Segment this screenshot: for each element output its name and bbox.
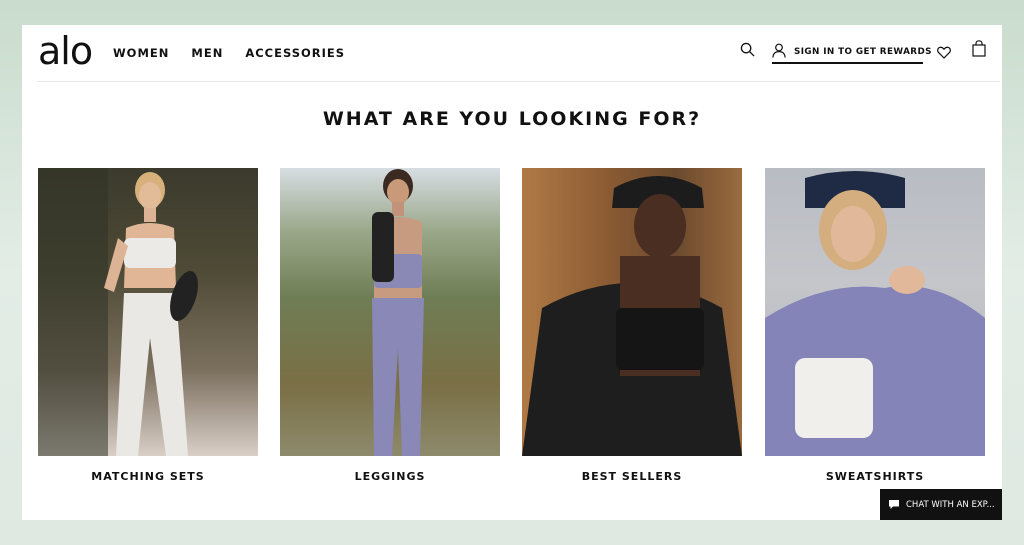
page-container: alo WOMEN MEN ACCESSORIES SIGN IN TO GET… [22, 25, 1002, 520]
site-header: alo WOMEN MEN ACCESSORIES SIGN IN TO GET… [22, 25, 1002, 81]
category-tile-best-sellers[interactable]: BEST SELLERS [522, 168, 742, 483]
nav-item-men[interactable]: MEN [191, 46, 223, 60]
best-sellers-image[interactable] [522, 168, 742, 456]
header-divider [38, 81, 1000, 82]
shopping-bag-icon[interactable] [972, 40, 986, 61]
category-tile-sweatshirts[interactable]: SWEATSHIRTS [765, 168, 985, 483]
category-label[interactable]: LEGGINGS [280, 470, 500, 483]
alo-logo[interactable]: alo [38, 29, 93, 73]
nav-item-accessories[interactable]: ACCESSORIES [245, 46, 345, 60]
category-tile-matching-sets[interactable]: MATCHING SETS [38, 168, 258, 483]
category-label[interactable]: SWEATSHIRTS [765, 470, 985, 483]
category-label[interactable]: MATCHING SETS [38, 470, 258, 483]
chat-with-expert-button[interactable]: CHAT WITH AN EXP... [880, 489, 1002, 520]
category-tile-leggings[interactable]: LEGGINGS [280, 168, 500, 483]
chat-bubble-icon [888, 495, 900, 514]
section-heading: WHAT ARE YOU LOOKING FOR? [322, 108, 702, 130]
user-icon [772, 43, 786, 62]
leggings-image[interactable] [280, 168, 500, 456]
sign-in-rewards-link[interactable]: SIGN IN TO GET REWARDS [772, 42, 932, 64]
nav-item-women[interactable]: WOMEN [113, 46, 169, 60]
sweatshirts-image[interactable] [765, 168, 985, 456]
main-nav: WOMEN MEN ACCESSORIES [113, 46, 345, 60]
search-icon[interactable] [740, 42, 755, 61]
chat-label: CHAT WITH AN EXP... [906, 499, 995, 510]
matching-sets-image[interactable] [38, 168, 258, 456]
heart-icon[interactable] [937, 44, 951, 63]
rewards-label: SIGN IN TO GET REWARDS [794, 47, 932, 57]
category-label[interactable]: BEST SELLERS [522, 470, 742, 483]
